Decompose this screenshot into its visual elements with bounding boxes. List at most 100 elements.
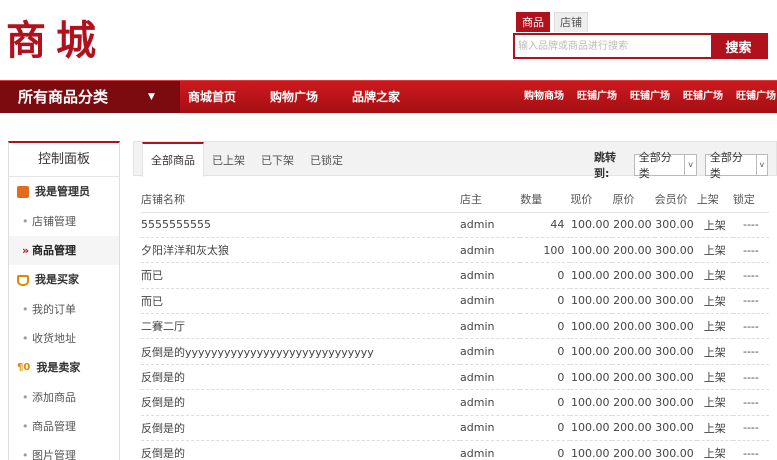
cell-owner: admin — [460, 212, 521, 238]
header: 商城 商品 店铺 搜索 — [0, 0, 777, 80]
cell-member-price: 300.00 — [654, 237, 697, 264]
nav-link-shop-plaza[interactable]: 旺铺广场 — [630, 81, 670, 113]
cell-member-price: 300.00 — [654, 288, 697, 315]
cell-shelf-link[interactable]: 上架 — [696, 212, 733, 238]
sidebar-item-seller-goods-manage[interactable]: • 商品管理 — [9, 412, 119, 441]
nav-right-links: 购物商场 旺铺广场 旺铺广场 旺铺广场 旺铺广场 — [524, 81, 777, 113]
site-logo[interactable]: 商城 — [6, 8, 106, 66]
nav-link-shop-plaza[interactable]: 旺铺广场 — [736, 81, 776, 113]
cell-shelf-link[interactable]: 上架 — [696, 237, 733, 264]
cell-original-price: 200.00 — [612, 415, 655, 442]
cell-lock-link[interactable]: ---- — [732, 338, 769, 365]
cell-current-price: 100.00 — [570, 364, 613, 391]
cell-shelf-link[interactable]: 上架 — [696, 415, 733, 442]
sidebar-item-address[interactable]: • 收货地址 — [9, 324, 119, 353]
search-input[interactable] — [515, 35, 711, 57]
cell-shelf-link[interactable]: 上架 — [696, 389, 733, 416]
table-header-row: 店铺名称 店主 数量 现价 原价 会员价 上架 锁定 — [141, 187, 769, 213]
cell-owner: admin — [460, 389, 521, 416]
nav-link-mall[interactable]: 购物商场 — [524, 81, 564, 113]
cell-lock-link[interactable]: ---- — [732, 237, 769, 264]
cell-lock-link[interactable]: ---- — [732, 313, 769, 340]
col-header-original-price: 原价 — [612, 187, 655, 213]
tab-off-shelf[interactable]: 已下架 — [253, 142, 302, 177]
sidebar-item-goods-manage[interactable]: » 商品管理 — [9, 236, 119, 265]
cell-quantity: 44 — [520, 212, 571, 238]
active-arrow-icon: » — [22, 244, 30, 257]
cell-owner: admin — [460, 237, 521, 264]
sidebar-item-shop-manage[interactable]: • 店铺管理 — [9, 207, 119, 236]
search-tab-goods[interactable]: 商品 — [516, 12, 550, 32]
cell-owner: admin — [460, 313, 521, 340]
sidebar-item-my-orders[interactable]: • 我的订单 — [9, 295, 119, 324]
col-header-member-price: 会员价 — [654, 187, 697, 213]
goods-tabbar: 全部商品 已上架 已下架 已锁定 跳转到: 全部分类 v 全部分类 v — [133, 141, 777, 180]
search-box: 搜索 — [513, 33, 768, 59]
sidebar-item-add-goods[interactable]: • 添加商品 — [9, 383, 119, 412]
cell-quantity: 0 — [520, 440, 571, 460]
all-categories-label: 所有商品分类 — [18, 88, 109, 106]
nav-link-plaza[interactable]: 购物广场 — [270, 81, 318, 113]
sidebar-item-label: 店铺管理 — [32, 215, 76, 228]
category-select-2[interactable]: 全部分类 v — [704, 151, 769, 180]
goods-table-body: 5555555555 admin 44 100.00 200.00 300.00 上架 ---… — [141, 212, 769, 460]
search-tabs: 商品 店铺 — [516, 12, 592, 32]
bullet-icon: • — [22, 332, 29, 345]
cell-quantity: 0 — [520, 364, 571, 391]
goods-table: 店铺名称 店主 数量 现价 原价 会员价 上架 锁定 5555555555 adm… — [141, 187, 769, 460]
cell-member-price: 300.00 — [654, 364, 697, 391]
col-header-shelf: 上架 — [696, 187, 733, 213]
cell-original-price: 200.00 — [612, 212, 655, 238]
sidebar-item-label: 收货地址 — [32, 332, 76, 345]
category-jump: 跳转到: 全部分类 v 全部分类 v — [594, 149, 776, 181]
tab-on-shelf[interactable]: 已上架 — [204, 142, 253, 177]
cell-shelf-link[interactable]: 上架 — [696, 338, 733, 365]
nav-link-shop-plaza[interactable]: 旺铺广场 — [683, 81, 723, 113]
search-button[interactable]: 搜索 — [711, 35, 766, 57]
sidebar-item-image-manage[interactable]: • 图片管理 — [9, 441, 119, 460]
category-select-1[interactable]: 全部分类 v — [633, 151, 697, 180]
col-header-shop-name: 店铺名称 — [141, 187, 461, 213]
table-row: 二賽二厅 admin 0 100.00 200.00 300.00 上架 ---- — [141, 313, 769, 340]
cell-lock-link[interactable]: ---- — [732, 389, 769, 416]
sidebar-group-label: 我是买家 — [35, 273, 79, 286]
tab-locked[interactable]: 已锁定 — [302, 142, 351, 177]
table-row: 而已 admin 0 100.00 200.00 300.00 上架 ---- — [141, 262, 769, 289]
sidebar-item-label: 商品管理 — [32, 244, 76, 257]
cell-current-price: 100.00 — [570, 415, 613, 442]
search-tab-shops[interactable]: 店铺 — [554, 12, 588, 32]
cell-member-price: 300.00 — [654, 338, 697, 365]
cell-shelf-link[interactable]: 上架 — [696, 440, 733, 460]
cell-shelf-link[interactable]: 上架 — [696, 288, 733, 315]
select-value: 全部分类 — [709, 151, 743, 180]
nav-link-home[interactable]: 商城首页 — [188, 81, 236, 113]
bullet-icon: • — [22, 391, 29, 404]
cell-lock-link[interactable]: ---- — [732, 364, 769, 391]
table-row: 而已 admin 0 100.00 200.00 300.00 上架 ---- — [141, 288, 769, 315]
cell-member-price: 300.00 — [654, 313, 697, 340]
cell-lock-link[interactable]: ---- — [732, 440, 769, 460]
chevron-down-icon: v — [755, 155, 767, 175]
tab-all-goods[interactable]: 全部商品 — [142, 142, 204, 177]
cell-shelf-link[interactable]: 上架 — [696, 364, 733, 391]
main-content: 全部商品 已上架 已下架 已锁定 跳转到: 全部分类 v 全部分类 v 店铺名称… — [133, 141, 777, 460]
cell-shelf-link[interactable]: 上架 — [696, 262, 733, 289]
cell-lock-link[interactable]: ---- — [732, 288, 769, 315]
nav-link-shop-plaza[interactable]: 旺铺广场 — [577, 81, 617, 113]
sidebar-item-label: 图片管理 — [32, 449, 76, 460]
cell-lock-link[interactable]: ---- — [732, 212, 769, 238]
cell-current-price: 100.00 — [570, 262, 613, 289]
cell-quantity: 0 — [520, 262, 571, 289]
cell-lock-link[interactable]: ---- — [732, 262, 769, 289]
cell-owner: admin — [460, 364, 521, 391]
cell-shelf-link[interactable]: 上架 — [696, 313, 733, 340]
cell-owner: admin — [460, 440, 521, 460]
cell-member-price: 300.00 — [654, 415, 697, 442]
all-categories-menu[interactable]: 所有商品分类 ▼ — [0, 81, 180, 113]
cell-lock-link[interactable]: ---- — [732, 415, 769, 442]
sidebar-item-label: 商品管理 — [32, 420, 76, 433]
nav-link-brands[interactable]: 品牌之家 — [352, 81, 400, 113]
sidebar-group-label: 我是卖家 — [36, 361, 81, 374]
cell-quantity: 0 — [520, 313, 571, 340]
cell-shop-name: 夕阳洋洋和灰太狼 — [141, 237, 461, 264]
